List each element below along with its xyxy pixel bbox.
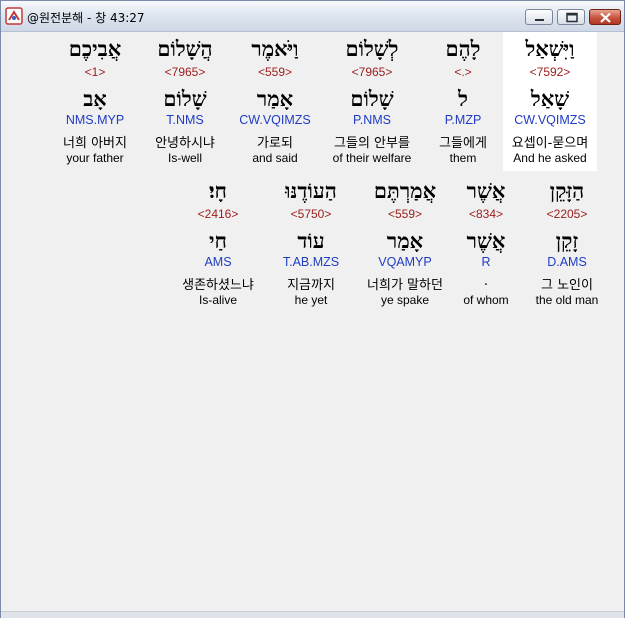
word-cell[interactable]: אֲשֶׁר <834> אֲשֶׁר R . of whom (446, 174, 526, 313)
strong-number[interactable]: <559> (228, 65, 322, 79)
word-cell[interactable]: וַיֹּאמֶר <559> אָמַר CW.VQIMZS 가로되 and … (228, 32, 322, 171)
english-gloss: And he asked (513, 151, 587, 165)
korean-gloss: 가로되 (257, 136, 293, 151)
parsing-code: P.MZP (444, 113, 482, 127)
hebrew-word: וַיִּשְׁאַל (525, 36, 575, 61)
word-cell[interactable]: אֲמַרְתֶּם <559> אָמַר VQAMYP 너희가 말하던 ye… (355, 174, 455, 313)
english-gloss: Is-alive (198, 293, 237, 307)
word-cell[interactable]: אֲבִיכֶם <1> אָב NMS.MYP 너희 아버지 your fat… (48, 32, 142, 171)
korean-gloss: 생존하셨느냐 (182, 278, 254, 293)
close-button[interactable] (589, 9, 621, 25)
strong-number[interactable]: <7965> (138, 65, 232, 79)
english-gloss: of whom (463, 293, 509, 307)
english-gloss: of their welfare (332, 151, 412, 165)
hebrew-word: לָהֶם (445, 36, 481, 61)
word-cell[interactable]: הֲשָׁלוֹם <7965> שָׁלוֹם T.NMS 안녕하시냐 Is-… (138, 32, 232, 171)
hebrew-lemma: אָמַר (256, 86, 294, 111)
strong-number[interactable]: <559> (355, 207, 455, 221)
hebrew-lemma: שָׁלוֹם (350, 86, 394, 111)
parsing-code: CW.VQIMZS (239, 113, 311, 127)
hebrew-lemma: שָׁאַל (530, 86, 570, 111)
korean-gloss: 그들의 안부를 (334, 136, 410, 151)
hebrew-word: אֲשֶׁר (466, 178, 506, 203)
korean-gloss: 안녕하시냐 (155, 136, 215, 151)
word-cell[interactable]: הַזָּקֵן <2205> זָקֵן D.AMS 그 노인이 the ol… (520, 174, 614, 313)
title-bar[interactable]: @원전분해 - 창 43:27 (1, 1, 624, 32)
hebrew-lemma: אָב (83, 86, 107, 111)
korean-gloss: . (483, 274, 489, 289)
parsing-code: AMS (204, 255, 232, 269)
word-cell[interactable]: לָהֶם <.> ל P.MZP 그들에게 them (416, 32, 510, 171)
korean-gloss: 너희 아버지 (63, 136, 127, 151)
app-window: @원전분해 - 창 43:27 וַיִּשְׁאַל <7592> שָׁאַ… (0, 0, 625, 618)
english-gloss: them (449, 151, 477, 165)
parsing-code: NMS.MYP (65, 113, 125, 127)
close-icon (600, 12, 611, 23)
word-cell[interactable]: הַעוֹדֶנּוּ <5750> עוֹד T.AB.MZS 지금까지 he… (264, 174, 358, 313)
interlinear-panel: וַיִּשְׁאַל <7592> שָׁאַל CW.VQIMZS 요셉이-… (7, 32, 616, 610)
word-cell[interactable]: לְשָׁלוֹם <7965> שָׁלוֹם P.NMS 그들의 안부를 o… (325, 32, 419, 171)
parsing-code: P.NMS (353, 113, 391, 127)
hebrew-lemma: אֲשֶׁר (466, 228, 506, 253)
korean-gloss: 그들에게 (439, 136, 487, 151)
parsing-code: R (481, 255, 491, 269)
parsing-code: CW.VQIMZS (514, 113, 586, 127)
hebrew-word: לְשָׁלוֹם (345, 36, 399, 61)
maximize-icon (566, 12, 578, 23)
hebrew-lemma: זָקֵן (555, 228, 579, 253)
strong-number[interactable]: <2416> (170, 207, 266, 221)
hebrew-word: חָי׃ (209, 178, 227, 203)
hebrew-lemma: ל (458, 86, 468, 111)
hebrew-word: אֲבִיכֶם (68, 36, 122, 61)
korean-gloss: 너희가 말하던 (367, 278, 443, 293)
english-gloss: Is-well (167, 151, 202, 165)
minimize-button[interactable] (525, 9, 553, 25)
strong-number[interactable]: <1> (48, 65, 142, 79)
hebrew-word: הֲשָׁלוֹם (157, 36, 213, 61)
english-gloss: he yet (294, 293, 328, 307)
hebrew-word: וַיֹּאמֶר (251, 36, 299, 61)
hebrew-lemma: עוֹד (297, 228, 325, 253)
strong-number[interactable]: <.> (416, 65, 510, 79)
english-gloss: your father (66, 151, 124, 165)
parsing-code: VQAMYP (378, 255, 432, 269)
strong-number[interactable]: <5750> (264, 207, 358, 221)
english-gloss: ye spake (380, 293, 430, 307)
parsing-code: T.NMS (166, 113, 204, 127)
hebrew-word: הַעוֹדֶנּוּ (285, 178, 337, 203)
word-cell[interactable]: וַיִּשְׁאַל <7592> שָׁאַל CW.VQIMZS 요셉이-… (503, 32, 597, 171)
hebrew-word: הַזָּקֵן (549, 178, 585, 203)
korean-gloss: 지금까지 (287, 278, 335, 293)
hebrew-lemma: שָׁלוֹם (163, 86, 207, 111)
maximize-button[interactable] (557, 9, 585, 25)
korean-gloss: 요셉이-묻으며 (511, 136, 589, 151)
english-gloss: the old man (535, 293, 599, 307)
hebrew-lemma: חַי (209, 228, 227, 253)
word-cell[interactable]: חָי׃ <2416> חַי AMS 생존하셨느냐 Is-alive (170, 174, 266, 313)
app-logo-icon (5, 7, 23, 25)
strong-number[interactable]: <7592> (503, 65, 597, 79)
hebrew-lemma: אָמַר (386, 228, 424, 253)
strong-number[interactable]: <834> (446, 207, 526, 221)
korean-gloss: 그 노인이 (541, 278, 593, 293)
window-title: @원전분해 - 창 43:27 (27, 11, 145, 25)
hebrew-word: אֲמַרְתֶּם (373, 178, 437, 203)
strong-number[interactable]: <2205> (520, 207, 614, 221)
parsing-code: T.AB.MZS (282, 255, 340, 269)
minimize-icon (535, 19, 544, 21)
bottom-border (1, 611, 624, 618)
parsing-code: D.AMS (547, 255, 587, 269)
english-gloss: and said (252, 151, 298, 165)
strong-number[interactable]: <7965> (325, 65, 419, 79)
